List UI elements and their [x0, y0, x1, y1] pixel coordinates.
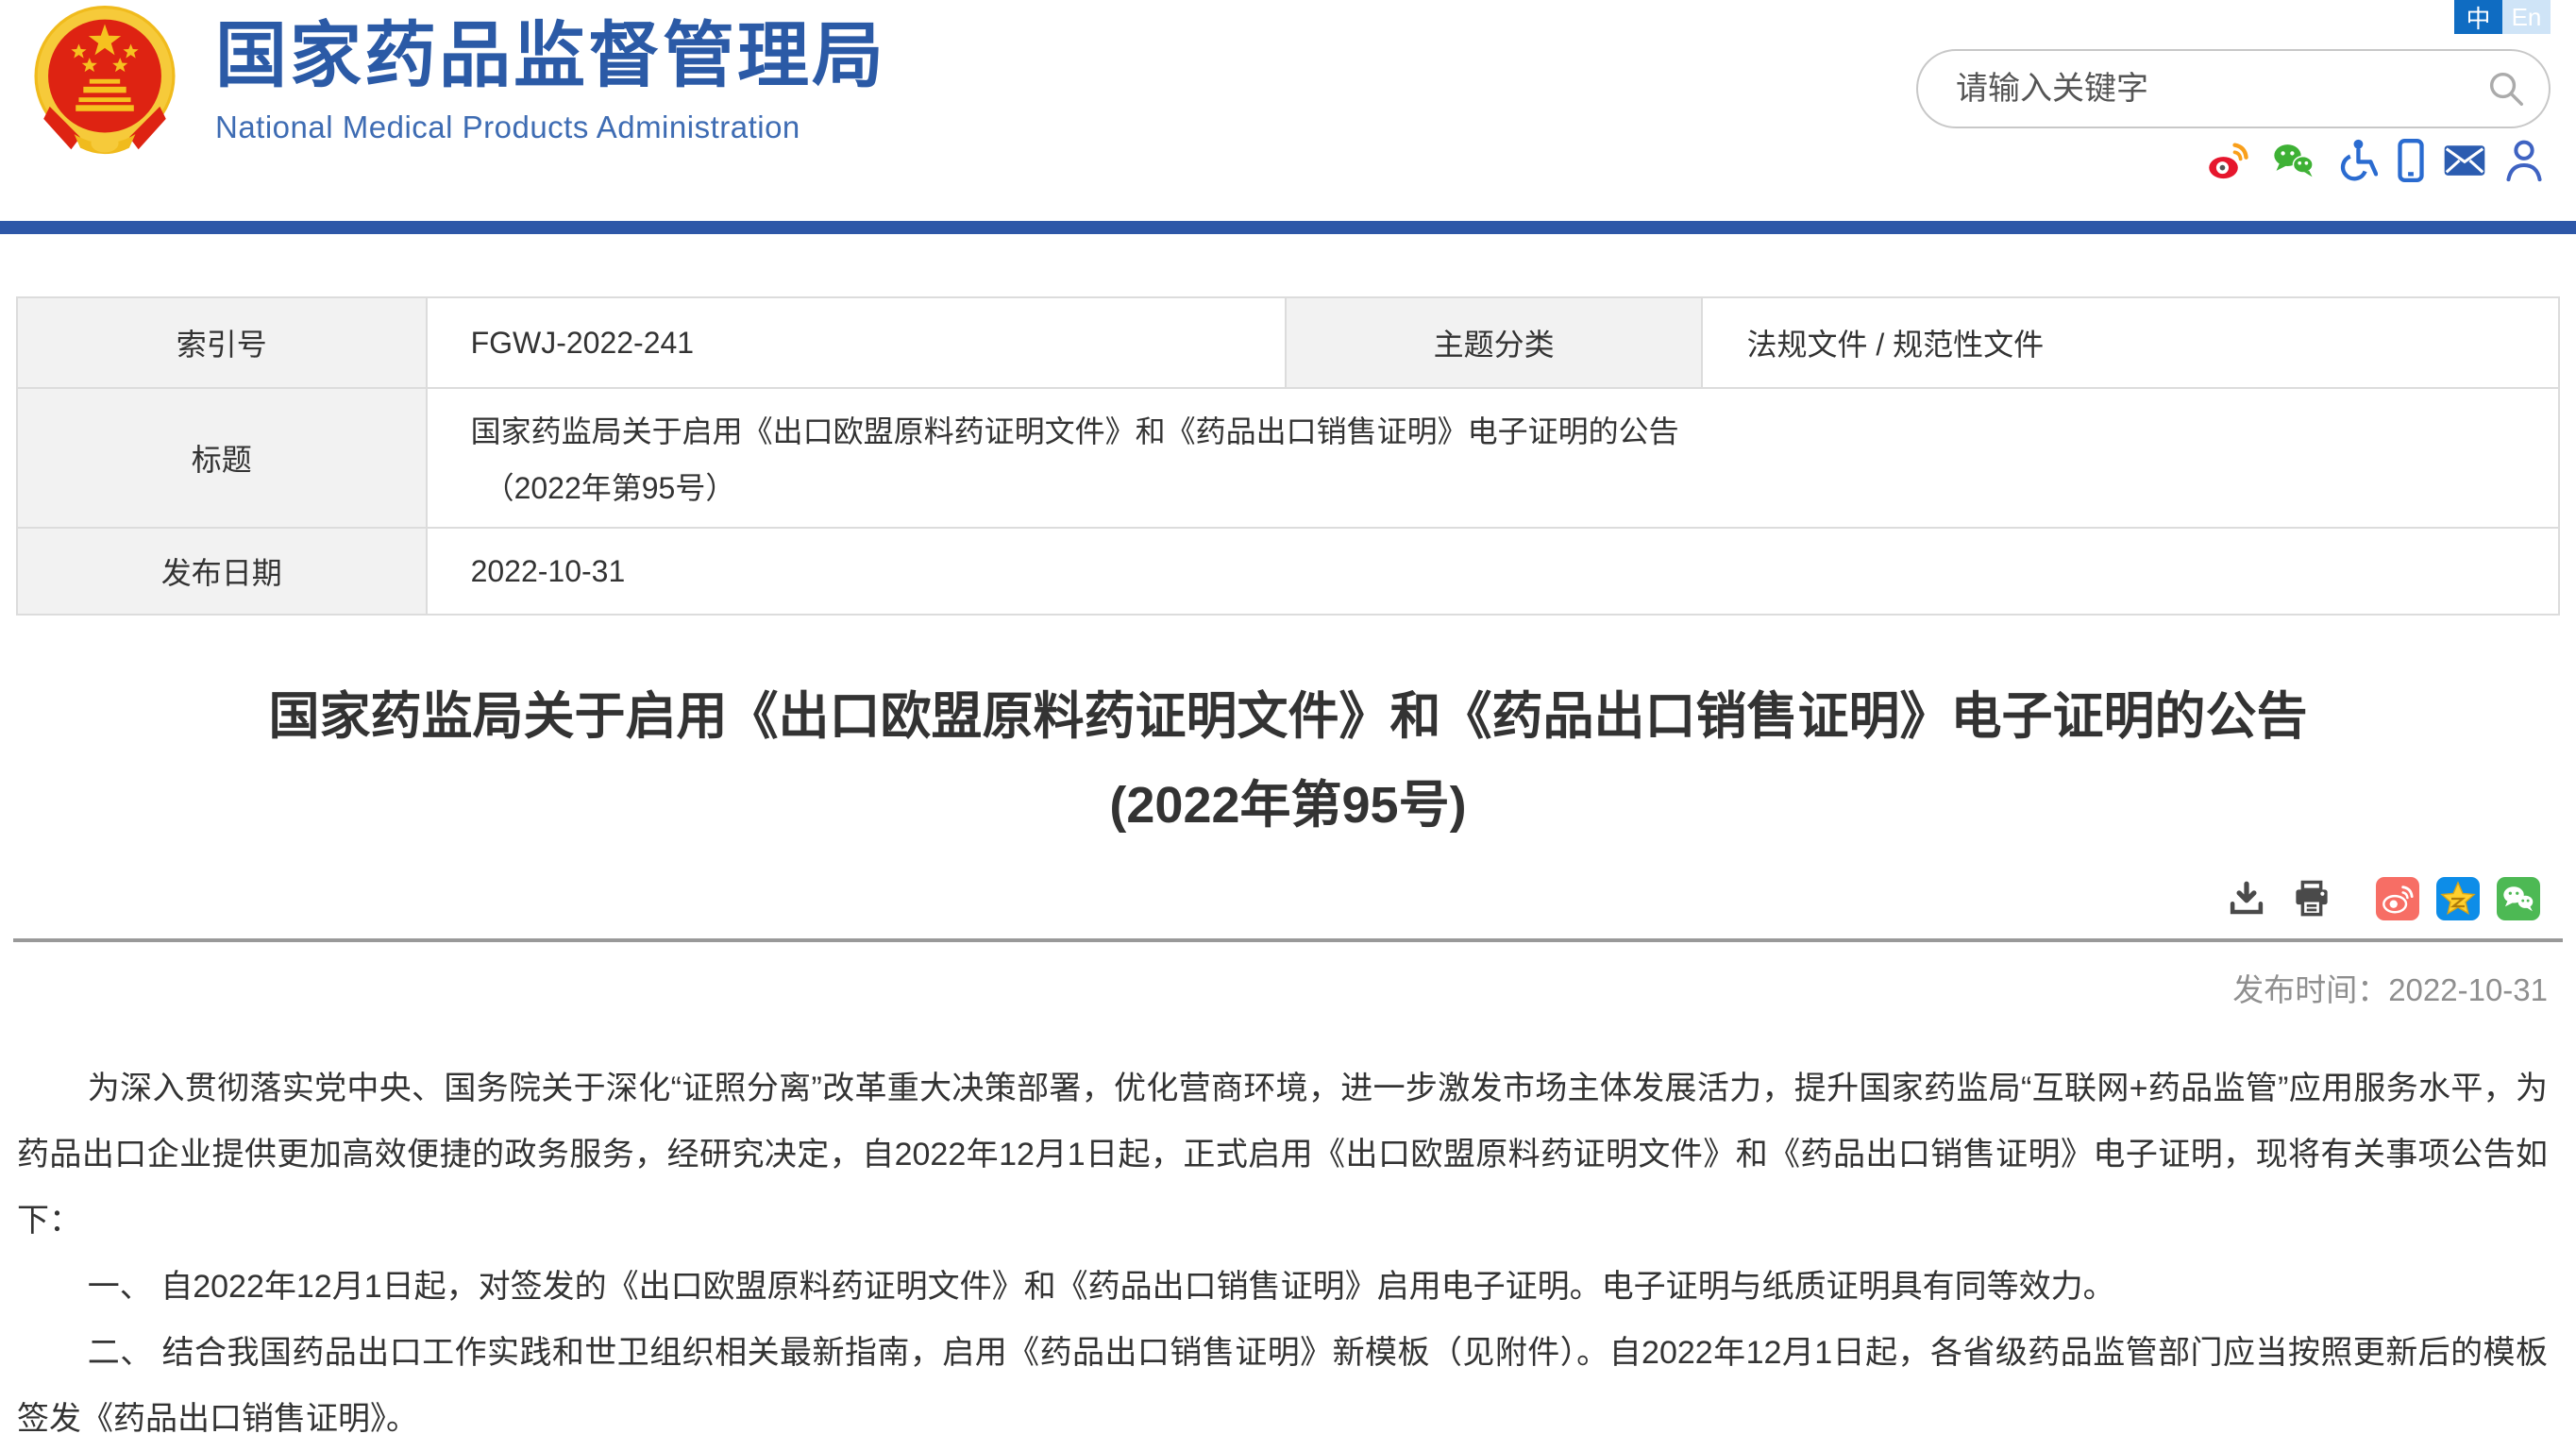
paragraph-intro: 为深入贯彻落实党中央、国务院关于深化“证照分离”改革重大决策部署，优化营商环境，…	[17, 1055, 2548, 1254]
paragraph-item-2: 二、 结合我国药品出口工作实践和世卫组织相关最新指南，启用《药品出口销售证明》新…	[17, 1320, 2548, 1451]
mail-icon[interactable]	[2444, 144, 2485, 177]
download-icon[interactable]	[2227, 879, 2266, 919]
share-wechat-icon[interactable]	[2497, 877, 2540, 920]
page: 国家药品监督管理局 National Medical Products Admi…	[0, 0, 2576, 1451]
table-row: 发布日期 2022-10-31	[17, 528, 2559, 615]
document-info-table: 索引号 FGWJ-2022-241 主题分类 法规文件 / 规范性文件 标题 国…	[16, 296, 2560, 616]
title-label: 标题	[17, 388, 427, 528]
national-emblem-logo	[28, 6, 181, 159]
header-accent-bar	[0, 221, 2576, 234]
index-number-label: 索引号	[17, 297, 427, 388]
site-title-block: 国家药品监督管理局 National Medical Products Admi…	[215, 13, 886, 145]
share-weibo-icon[interactable]	[2376, 877, 2419, 920]
publish-time: 发布时间：2022-10-31	[28, 965, 2548, 1010]
lang-en-button[interactable]: En	[2502, 0, 2551, 34]
table-row: 索引号 FGWJ-2022-241 主题分类 法规文件 / 规范性文件	[17, 297, 2559, 388]
publish-time-label: 发布时间：	[2232, 972, 2388, 1007]
language-switch: 中 En	[2454, 0, 2551, 34]
article-toolbar	[0, 874, 2540, 923]
share-qzone-icon[interactable]	[2436, 877, 2480, 920]
weibo-icon[interactable]	[2206, 140, 2251, 181]
content-divider	[13, 938, 2563, 942]
topic-category-value: 法规文件 / 规范性文件	[1702, 297, 2559, 388]
title-value-line1: 国家药监局关于启用《出口欧盟原料药证明文件》和《药品出口销售证明》电子证明的公告	[471, 408, 2558, 451]
header-social-row	[2206, 138, 2544, 183]
search-icon[interactable]	[2484, 67, 2528, 110]
title-value-line2: （2022年第95号）	[471, 464, 2558, 508]
site-subtitle: National Medical Products Administration	[215, 110, 886, 145]
mobile-icon[interactable]	[2397, 139, 2425, 182]
accessibility-icon[interactable]	[2336, 139, 2378, 182]
publish-date-label: 发布日期	[17, 528, 427, 615]
paragraph-item-1: 一、 自2022年12月1日起，对签发的《出口欧盟原料药证明文件》和《药品出口销…	[17, 1254, 2548, 1320]
site-title: 国家药品监督管理局	[215, 13, 886, 100]
page-title-line2: (2022年第95号)	[38, 761, 2538, 850]
topic-category-label: 主题分类	[1286, 297, 1703, 388]
lang-zh-button[interactable]: 中	[2454, 0, 2502, 34]
page-title-line1: 国家药监局关于启用《出口欧盟原料药证明文件》和《药品出口销售证明》电子证明的公告	[38, 672, 2538, 761]
publish-time-value: 2022-10-31	[2388, 972, 2548, 1007]
title-value: 国家药监局关于启用《出口欧盟原料药证明文件》和《药品出口销售证明》电子证明的公告…	[427, 388, 2559, 528]
table-row: 标题 国家药监局关于启用《出口欧盟原料药证明文件》和《药品出口销售证明》电子证明…	[17, 388, 2559, 528]
index-number-value: FGWJ-2022-241	[427, 297, 1286, 388]
search-box	[1916, 49, 2551, 128]
publish-date-value: 2022-10-31	[427, 528, 2559, 615]
print-icon[interactable]	[2291, 879, 2332, 919]
article-body: 为深入贯彻落实党中央、国务院关于深化“证照分离”改革重大决策部署，优化营商环境，…	[0, 1055, 2576, 1451]
site-header: 国家药品监督管理局 National Medical Products Admi…	[0, 0, 2576, 221]
search-input[interactable]	[1918, 71, 2484, 108]
page-title: 国家药监局关于启用《出口欧盟原料药证明文件》和《药品出口销售证明》电子证明的公告…	[38, 672, 2538, 850]
wechat-icon[interactable]	[2270, 140, 2317, 181]
user-icon[interactable]	[2504, 139, 2544, 182]
